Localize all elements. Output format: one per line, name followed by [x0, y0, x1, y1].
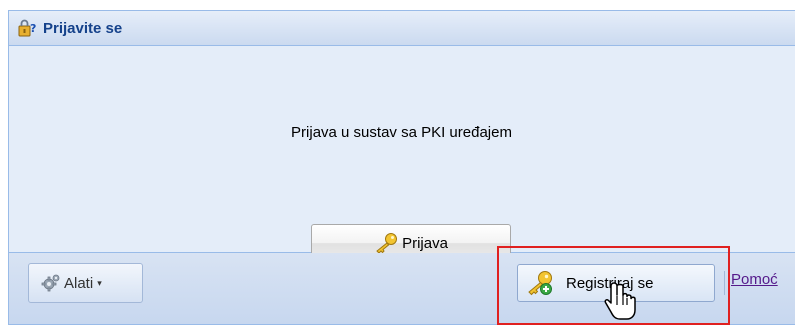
key-icon — [374, 232, 400, 254]
hand-pointer-icon — [604, 281, 640, 325]
login-button-label: Prijava — [402, 234, 448, 252]
help-link[interactable]: Pomoć — [731, 271, 778, 288]
panel-body: Prijava u sustav sa PKI uređajem Prijava — [9, 46, 795, 262]
pki-login-text: Prijava u sustav sa PKI uređajem — [291, 124, 512, 141]
tools-button-label: Alati — [64, 274, 94, 292]
panel-title: Prijavite se — [43, 19, 123, 37]
chevron-down-icon: ▾ — [97, 277, 102, 288]
lock-question-icon: ? — [17, 18, 37, 38]
tools-button[interactable]: Alati ▾ — [28, 263, 143, 303]
panel-header: ? Prijavite se — [9, 11, 795, 46]
gear-icon — [41, 273, 61, 293]
svg-text:?: ? — [30, 22, 36, 35]
